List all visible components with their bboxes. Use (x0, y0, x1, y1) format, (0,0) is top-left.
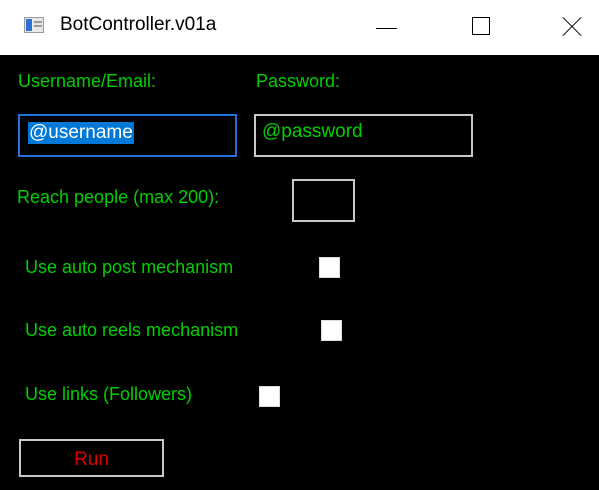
password-input-value: @password (262, 121, 363, 142)
close-icon[interactable] (536, 0, 599, 55)
use-links-label: Use links (Followers) (25, 384, 193, 404)
password-input[interactable]: @password (254, 114, 473, 157)
username-label: Username/Email: (18, 71, 157, 91)
bot-controller-window: BotController.v01a Username/Email: Passw… (0, 0, 599, 490)
run-button[interactable]: Run (19, 439, 164, 477)
minimize-icon[interactable] (352, 0, 422, 55)
use-links-checkbox[interactable] (259, 386, 280, 407)
title-bar[interactable]: BotController.v01a (0, 0, 599, 55)
run-button-label: Run (74, 449, 109, 470)
window-title: BotController.v01a (60, 14, 217, 35)
maximize-icon[interactable] (448, 0, 518, 55)
auto-post-label: Use auto post mechanism (25, 257, 234, 277)
username-input[interactable]: @username (18, 114, 237, 157)
password-label: Password: (256, 71, 341, 91)
reach-people-input[interactable] (292, 179, 355, 222)
app-window-icon (24, 17, 44, 33)
auto-post-checkbox[interactable] (319, 257, 340, 278)
auto-reels-checkbox[interactable] (321, 320, 342, 341)
username-input-value: @username (28, 122, 134, 144)
reach-people-label: Reach people (max 200): (17, 187, 220, 207)
auto-reels-label: Use auto reels mechanism (25, 320, 239, 340)
